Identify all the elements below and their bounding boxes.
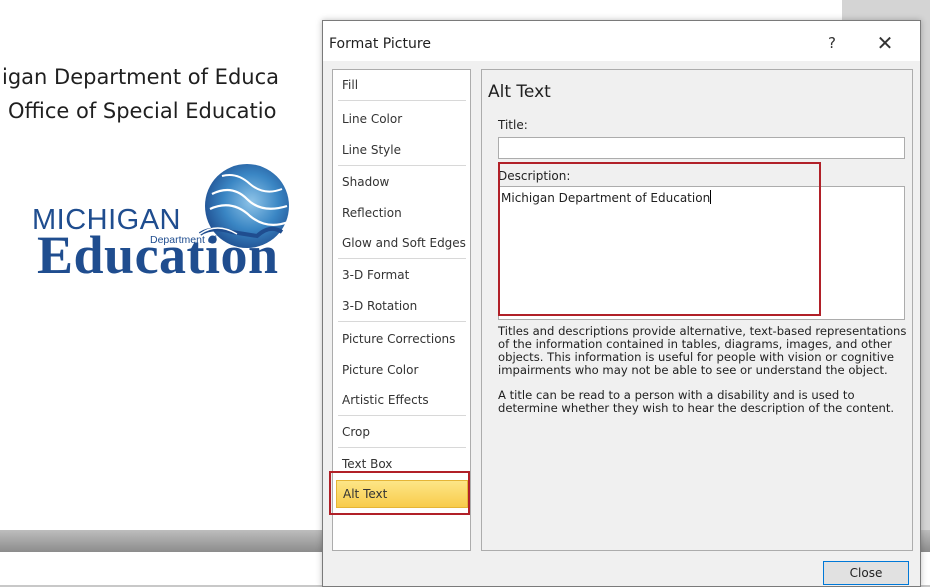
category-separator: [338, 321, 466, 322]
category-3d-rotation[interactable]: 3-D Rotation: [333, 291, 470, 321]
category-3d-format[interactable]: 3-D Format: [333, 260, 470, 290]
alt-text-panel: Alt Text Title: Description: Michigan De…: [481, 69, 913, 551]
category-picture-corrections[interactable]: Picture Corrections: [333, 324, 470, 354]
description-highlight-box: [498, 162, 821, 316]
category-separator: [338, 258, 466, 259]
title-label: Title:: [498, 118, 528, 132]
close-icon[interactable]: ✕: [871, 31, 899, 55]
panel-heading: Alt Text: [488, 82, 551, 102]
help-paragraph: A title can be read to a person with a d…: [498, 388, 895, 415]
alt-text-highlight-box: [329, 471, 470, 515]
category-separator: [338, 100, 466, 101]
category-shadow[interactable]: Shadow: [333, 167, 470, 197]
category-artistic-effects[interactable]: Artistic Effects: [333, 385, 470, 415]
title-input[interactable]: [498, 137, 905, 159]
category-fill[interactable]: Fill: [333, 70, 470, 100]
category-reflection[interactable]: Reflection: [333, 198, 470, 228]
category-separator: [338, 165, 466, 166]
format-picture-dialog: Format Picture ? ✕ Fill Line Color Line …: [322, 20, 921, 587]
alt-text-help: Titles and descriptions provide alternat…: [498, 325, 910, 427]
category-crop[interactable]: Crop: [333, 417, 470, 447]
slide-text-line: igan Department of Educa: [2, 65, 280, 89]
category-line-color[interactable]: Line Color: [333, 104, 470, 134]
help-button[interactable]: ?: [820, 31, 844, 55]
category-separator: [338, 447, 466, 448]
logo-education-text: Education: [37, 225, 279, 285]
category-line-style[interactable]: Line Style: [333, 135, 470, 165]
help-paragraph: Titles and descriptions provide alternat…: [498, 324, 907, 377]
michigan-education-logo[interactable]: MICHIGAN Department of Education: [32, 164, 332, 285]
dialog-title: Format Picture: [329, 36, 431, 52]
slide-text-line: Office of Special Educatio: [8, 99, 277, 123]
category-separator: [338, 415, 466, 416]
category-glow-soft-edges[interactable]: Glow and Soft Edges: [333, 228, 470, 258]
close-button[interactable]: Close: [823, 561, 909, 585]
dialog-titlebar[interactable]: Format Picture ? ✕: [323, 21, 920, 61]
dialog-body: Fill Line Color Line Style Shadow Reflec…: [323, 61, 920, 586]
category-picture-color[interactable]: Picture Color: [333, 355, 470, 385]
